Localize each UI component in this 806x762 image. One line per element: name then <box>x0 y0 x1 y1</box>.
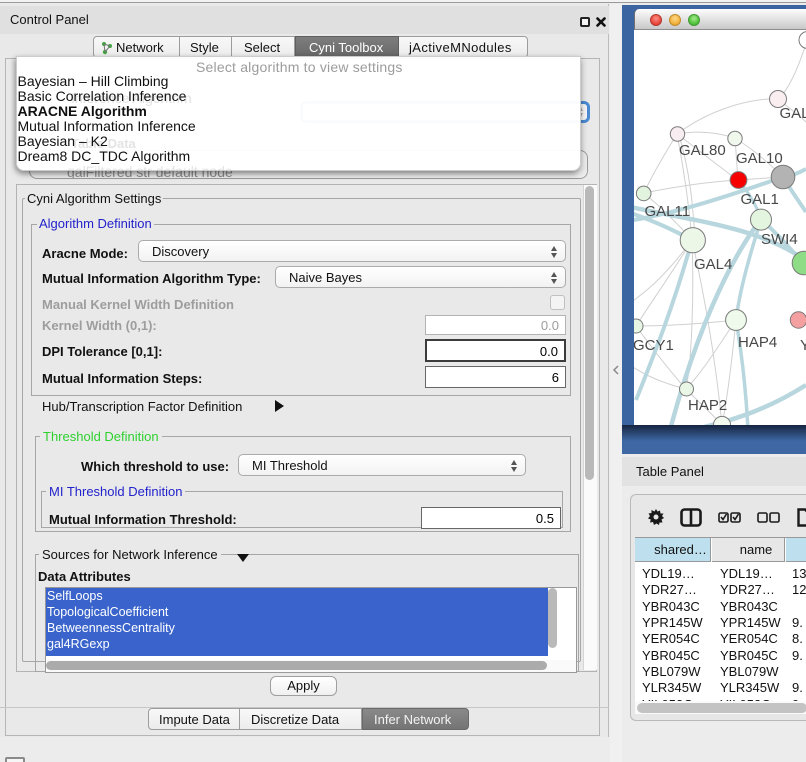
svg-text:GAL10: GAL10 <box>736 150 783 167</box>
svg-text:GAL4: GAL4 <box>694 256 732 273</box>
svg-text:HAP4: HAP4 <box>738 334 777 351</box>
svg-text:GAL80: GAL80 <box>679 142 726 159</box>
svg-text:GCY1: GCY1 <box>634 337 674 354</box>
svg-text:GAL11: GAL11 <box>645 203 691 220</box>
svg-text:GAL2: GAL2 <box>780 105 806 122</box>
svg-text:Y: Y <box>800 337 806 354</box>
svg-text:SWI4: SWI4 <box>761 231 798 248</box>
svg-text:GAL1: GAL1 <box>741 191 779 208</box>
svg-text:HAP2: HAP2 <box>688 397 727 414</box>
